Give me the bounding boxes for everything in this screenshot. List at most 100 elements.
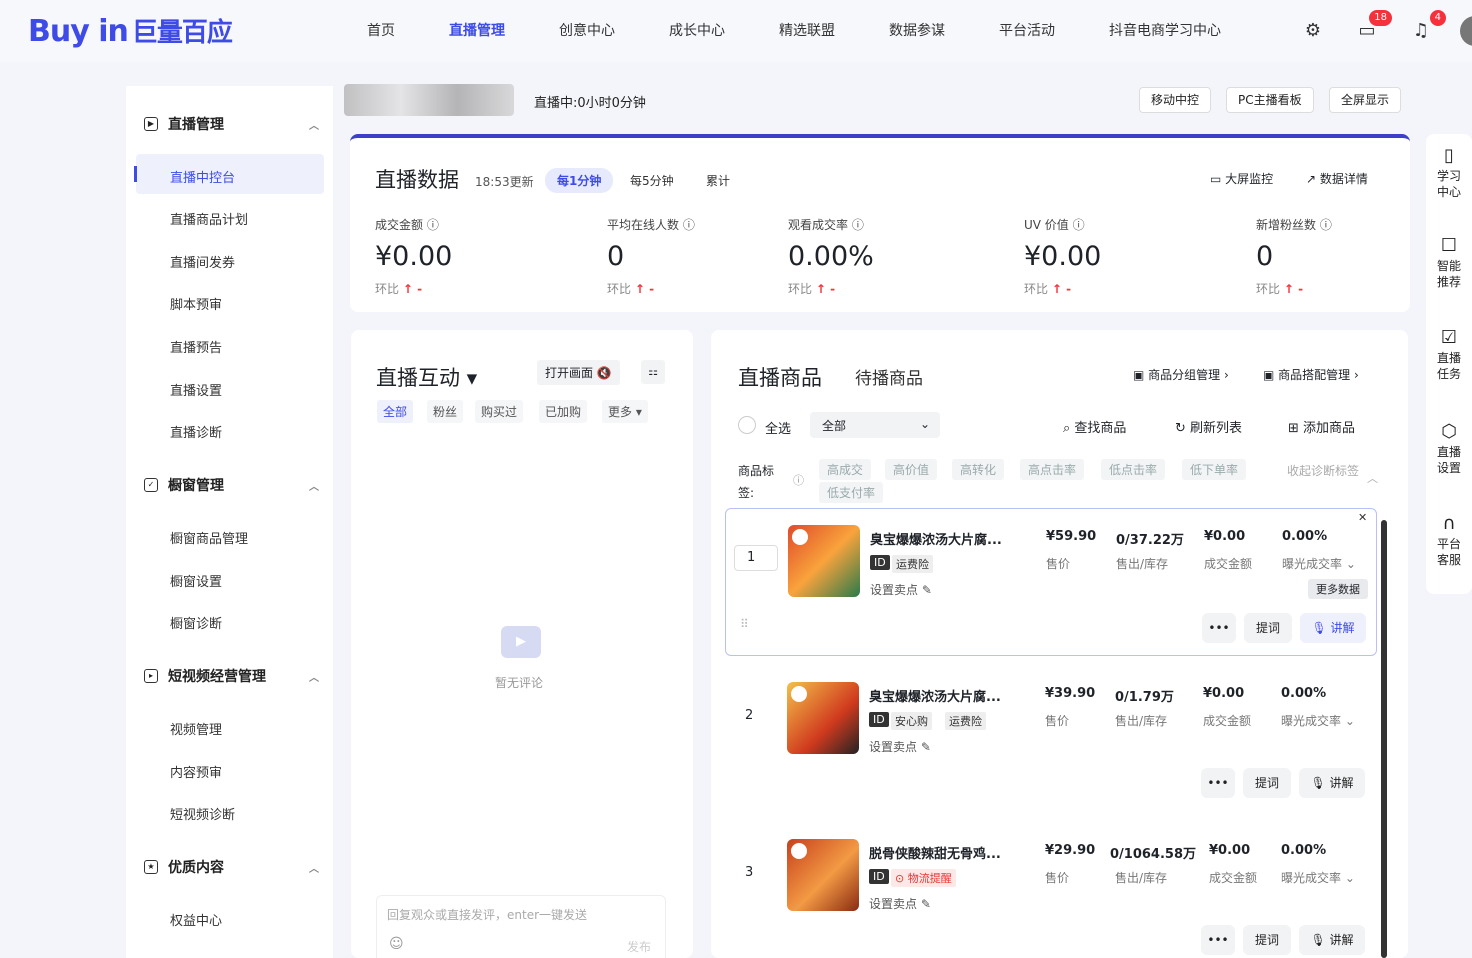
interaction-title[interactable]: 直播互动 ▾	[376, 362, 477, 392]
tag-high-gmv[interactable]: 高成交	[819, 459, 872, 480]
emoji-icon[interactable]: ☺	[389, 936, 404, 952]
close-icon[interactable]: ✕	[1358, 511, 1367, 524]
refresh-list-button[interactable]: ↻ 刷新列表	[1175, 417, 1242, 436]
select-all-checkbox[interactable]	[738, 416, 756, 434]
scrollbar[interactable]	[1381, 520, 1387, 958]
sidebar-section-live[interactable]: ▶ 直播管理 ︿	[144, 114, 319, 134]
sidebar-section-quality[interactable]: ★ 优质内容 ︿	[144, 857, 319, 877]
search-products-button[interactable]: ⌕ 查找商品	[1063, 417, 1126, 436]
sidebar-item-video-diagnosis[interactable]: 短视频诊断	[170, 804, 235, 823]
gear-icon[interactable]: ⚙	[1300, 18, 1326, 44]
explain-button[interactable]: 🎙 讲解	[1299, 768, 1365, 798]
category-dropdown[interactable]: 全部 ⌄	[810, 412, 940, 438]
tag-low-ctr[interactable]: 低点击率	[1101, 459, 1166, 480]
chevron-up-icon[interactable]: ︿	[309, 478, 319, 493]
prompt-button[interactable]: 提词	[1243, 925, 1291, 955]
sidebar-section-window[interactable]: ✓ 橱窗管理 ︿	[144, 475, 319, 495]
more-actions-button[interactable]: •••	[1201, 768, 1235, 798]
live-settings-button[interactable]: ⬡ 直播设置	[1426, 423, 1472, 476]
nav-growth[interactable]: 成长中心	[669, 20, 725, 40]
sidebar-item-rights[interactable]: 权益中心	[170, 910, 222, 929]
order-input[interactable]: 1	[734, 545, 778, 571]
tab-1min[interactable]: 每1分钟	[545, 168, 614, 193]
combo-manage-link[interactable]: ▣ 商品搭配管理 ›	[1263, 366, 1359, 383]
set-selling-point[interactable]: 设置卖点 ✎	[869, 895, 931, 912]
filter-fans[interactable]: 粉丝	[427, 400, 464, 423]
open-screen-button[interactable]: 打开画面 🔇	[537, 360, 620, 385]
tag-high-value[interactable]: 高价值	[885, 459, 938, 480]
nav-home[interactable]: 首页	[367, 20, 395, 40]
data-detail-button[interactable]: ↗ 数据详情	[1306, 170, 1368, 187]
filter-more[interactable]: 更多 ▾	[602, 400, 648, 423]
sidebar-item-product-plan[interactable]: 直播商品计划	[170, 209, 248, 228]
sidebar-item-window-settings[interactable]: 橱窗设置	[170, 571, 222, 590]
add-product-button[interactable]: ⊞ 添加商品	[1288, 417, 1355, 436]
avatar[interactable]	[1460, 16, 1472, 46]
tab-pending-products[interactable]: 待播商品	[855, 364, 923, 389]
fullscreen-button[interactable]: 全屏显示	[1329, 87, 1402, 113]
prompt-button[interactable]: 提词	[1243, 768, 1291, 798]
chevron-up-icon[interactable]: ︿	[309, 117, 319, 132]
pc-anchor-board-button[interactable]: PC主播看板	[1226, 87, 1314, 113]
tab-5min[interactable]: 每5分钟	[618, 168, 686, 193]
group-manage-link[interactable]: ▣ 商品分组管理 ›	[1133, 366, 1229, 383]
product-row[interactable]: 3 脱骨侠酸辣甜无骨鸡... ID ⊙ 物流提醒 设置卖点 ✎ ¥29.90 售…	[725, 823, 1377, 958]
mobile-control-button[interactable]: 移动中控	[1139, 87, 1212, 113]
send-button[interactable]: 发布	[627, 938, 651, 955]
product-name[interactable]: 臭宝爆爆浓汤大片腐...	[869, 686, 1029, 705]
nav-data[interactable]: 数据参谋	[889, 20, 945, 40]
filter-added-cart[interactable]: 已加购	[539, 400, 588, 423]
conversion-label[interactable]: 曝光成交率 ⌄	[1281, 869, 1355, 886]
product-checkbox[interactable]	[791, 843, 807, 859]
smart-recommend-button[interactable]: ☐ 智能推荐	[1426, 237, 1472, 290]
product-checkbox[interactable]	[791, 686, 807, 702]
filter-settings-icon[interactable]: ⚏	[641, 360, 665, 384]
help-icon[interactable]: ⓘ	[793, 472, 804, 488]
drag-handle-icon[interactable]: ⠿	[740, 617, 749, 631]
sidebar-item-window-diagnosis[interactable]: 橱窗诊断	[170, 613, 222, 632]
sidebar-item-console[interactable]: 直播中控台	[170, 167, 235, 186]
tag-high-ctr[interactable]: 高点击率	[1020, 459, 1085, 480]
sidebar-section-video[interactable]: ▸ 短视频经营管理 ︿	[144, 666, 319, 686]
learning-center-button[interactable]: ▯ 学习中心	[1426, 147, 1472, 200]
set-selling-point[interactable]: 设置卖点 ✎	[870, 581, 932, 598]
chevron-up-icon[interactable]: ︿	[309, 860, 319, 875]
product-checkbox[interactable]	[792, 529, 808, 545]
conversion-label[interactable]: 曝光成交率 ⌄	[1282, 555, 1356, 572]
prompt-button[interactable]: 提词	[1244, 613, 1292, 643]
sidebar-item-coupon[interactable]: 直播间发券	[170, 252, 235, 271]
nav-learning[interactable]: 抖音电商学习中心	[1109, 20, 1221, 40]
nav-live-manage[interactable]: 直播管理	[449, 20, 505, 40]
nav-creative[interactable]: 创意中心	[559, 20, 615, 40]
more-data-button[interactable]: 更多数据	[1308, 579, 1368, 599]
tab-live-products[interactable]: 直播商品	[738, 362, 822, 392]
explain-button[interactable]: 🎙 讲解	[1299, 925, 1365, 955]
comment-input[interactable]: 回复观众或直接发评，enter一键发送 ☺ 发布	[376, 895, 666, 958]
product-row[interactable]: 1 臭宝爆爆浓汤大片腐... ID 运费险 设置卖点 ✎ ¥59.90 售价 0…	[725, 508, 1377, 656]
product-name[interactable]: 臭宝爆爆浓汤大片腐...	[870, 529, 1030, 548]
sidebar-item-video-manage[interactable]: 视频管理	[170, 719, 222, 738]
product-name[interactable]: 脱骨侠酸辣甜无骨鸡...	[869, 843, 1029, 862]
explain-button[interactable]: 🎙 讲解	[1300, 613, 1366, 643]
sidebar-item-content-review[interactable]: 内容预审	[170, 762, 222, 781]
nav-alliance[interactable]: 精选联盟	[779, 20, 835, 40]
tag-low-pay[interactable]: 低支付率	[819, 482, 884, 503]
filter-all[interactable]: 全部	[377, 400, 414, 423]
conversion-label[interactable]: 曝光成交率 ⌄	[1281, 712, 1355, 729]
collapse-tags-button[interactable]: 收起诊断标签	[1287, 462, 1363, 480]
big-screen-button[interactable]: ▭ 大屏监控	[1210, 170, 1273, 187]
more-actions-button[interactable]: •••	[1201, 925, 1235, 955]
filter-purchased[interactable]: 购买过	[475, 400, 524, 423]
tag-high-conversion[interactable]: 高转化	[952, 459, 1005, 480]
sidebar-item-window-products[interactable]: 橱窗商品管理	[170, 528, 248, 547]
tag-low-order[interactable]: 低下单率	[1182, 459, 1247, 480]
product-row[interactable]: 2 臭宝爆爆浓汤大片腐... ID 安心购 运费险 设置卖点 ✎ ¥39.90 …	[725, 666, 1377, 814]
customer-service-button[interactable]: ∩ 平台客服	[1426, 515, 1472, 568]
sidebar-item-script-review[interactable]: 脚本预审	[170, 294, 222, 313]
chat-icon[interactable]: ▭ 18	[1354, 10, 1392, 44]
chevron-up-icon[interactable]: ︿	[1367, 470, 1378, 486]
sidebar-item-live-diagnosis[interactable]: 直播诊断	[170, 422, 222, 441]
sidebar-item-preview[interactable]: 直播预告	[170, 337, 222, 356]
tab-cumulative[interactable]: 累计	[694, 168, 742, 193]
live-task-button[interactable]: ☑ 直播任务	[1426, 329, 1472, 382]
